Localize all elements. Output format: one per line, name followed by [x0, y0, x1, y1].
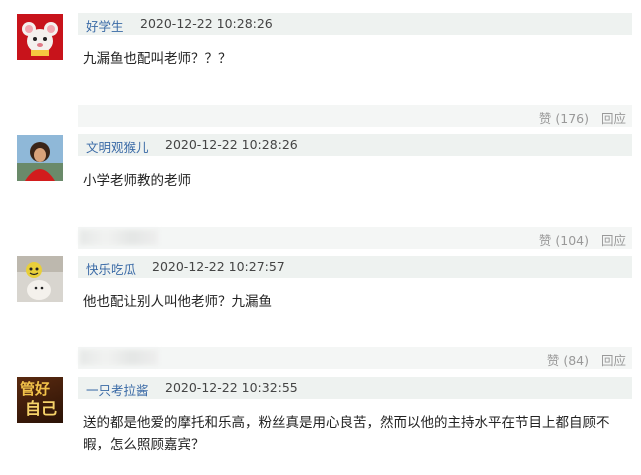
avatar[interactable] [17, 14, 63, 60]
comment-meta-bar: 好学生 2020-12-22 10:28:26 [78, 13, 632, 35]
comment-meta-bar: 快乐吃瓜 2020-12-22 10:27:57 [78, 256, 632, 278]
avatar[interactable] [17, 256, 63, 302]
comment-meta-bar: 一只考拉酱 2020-12-22 10:32:55 [78, 377, 632, 399]
comment-actions: 赞 (176) 回应 [539, 108, 626, 127]
avatar-text-top: 管好 [20, 380, 51, 398]
comment-timestamp: 2020-12-22 10:28:26 [140, 16, 273, 31]
comment-meta-bar: 文明观猴儿 2020-12-22 10:28:26 [78, 134, 632, 156]
comment-content: 他也配让别人叫他老师？九漏鱼 [83, 294, 272, 310]
comment-content-line: 暇，怎么照顾嘉宾？ [83, 437, 205, 453]
like-button[interactable]: 赞 (104) [539, 233, 589, 248]
comment-content-line: 送的都是他爱的摩托和乐高，粉丝真是用心良苦，然而以他的主持水平在节目上都自顾不 [83, 415, 610, 431]
username-link[interactable]: 快乐吃瓜 [86, 259, 136, 278]
comment-actions: 赞 (84) 回应 [547, 350, 626, 369]
comment-action-bar: 赞 (104) 回应 [78, 227, 632, 249]
username-link[interactable]: 一只考拉酱 [86, 380, 149, 399]
comment-action-bar: 赞 (84) 回应 [78, 347, 632, 369]
avatar-image [17, 14, 63, 60]
comment-timestamp: 2020-12-22 10:32:55 [165, 380, 298, 395]
reply-button[interactable]: 回应 [601, 111, 626, 126]
comment-timestamp: 2020-12-22 10:28:26 [165, 137, 298, 152]
username-link[interactable]: 文明观猴儿 [86, 137, 149, 156]
comment-content: 送的都是他爱的摩托和乐高，粉丝真是用心良苦，然而以他的主持水平在节目上都自顾不 … [83, 412, 627, 456]
comment-content: 九漏鱼也配叫老师？？？ [83, 51, 232, 67]
avatar-image: 管好 自己 [17, 377, 63, 423]
redacted-area [80, 350, 158, 365]
avatar[interactable] [17, 135, 63, 181]
comment-timestamp: 2020-12-22 10:27:57 [152, 259, 285, 274]
comment-actions: 赞 (104) 回应 [539, 230, 626, 249]
comment-content: 小学老师教的老师 [83, 173, 191, 189]
like-button[interactable]: 赞 (84) [547, 353, 589, 368]
reply-button[interactable]: 回应 [601, 233, 626, 248]
username-link[interactable]: 好学生 [86, 16, 124, 35]
like-button[interactable]: 赞 (176) [539, 111, 589, 126]
avatar[interactable]: 管好 自己 [17, 377, 63, 423]
avatar-image [17, 256, 63, 302]
avatar-image [17, 135, 63, 181]
reply-button[interactable]: 回应 [601, 353, 626, 368]
avatar-text-bottom: 自己 [25, 399, 58, 418]
comment-action-bar: 赞 (176) 回应 [78, 105, 632, 127]
redacted-area [80, 230, 158, 245]
